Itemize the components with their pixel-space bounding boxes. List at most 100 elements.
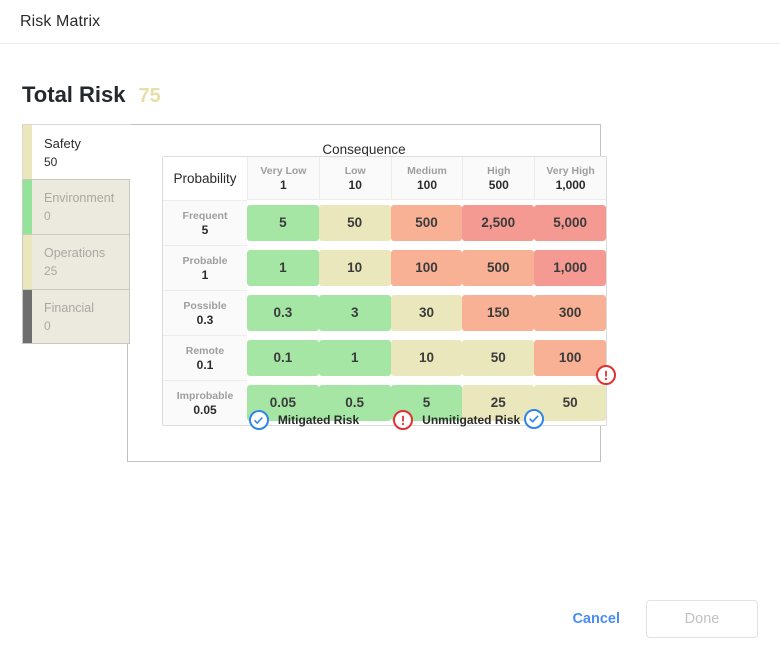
legend-item: Unmitigated Risk — [393, 410, 520, 430]
consequence-axis-label: Consequence — [322, 142, 406, 157]
matrix-cell[interactable]: 0.3 — [247, 290, 319, 335]
matrix-cell[interactable]: 10 — [318, 245, 391, 290]
matrix-cell[interactable]: 5 — [247, 200, 319, 245]
matrix-cell[interactable]: 1 — [247, 245, 319, 290]
probability-name: Probable — [182, 254, 228, 267]
category-name: Safety — [44, 135, 81, 151]
matrix-cell[interactable]: 1 — [318, 335, 391, 380]
matrix-cell[interactable]: 100 — [390, 245, 463, 290]
matrix-cell[interactable]: 0.1 — [247, 335, 319, 380]
matrix-cell[interactable]: 50 — [462, 335, 535, 380]
matrix-cell-value: 1 — [279, 260, 287, 275]
probability-value: 5 — [201, 222, 209, 237]
probability-row-header: Remote 0.1 — [163, 335, 247, 380]
category-tab-financial[interactable]: Financial 0 — [22, 289, 130, 344]
matrix-cell-value: 300 — [558, 305, 582, 320]
consequence-value: 1 — [280, 177, 287, 192]
consequence-column-header: Very High 1,000 — [534, 157, 606, 200]
consequence-value: 1,000 — [555, 177, 586, 192]
total-risk-label: Total Risk — [22, 82, 126, 107]
consequence-column-header: Medium 100 — [390, 157, 463, 200]
consequence-column-header: Low 10 — [318, 157, 391, 200]
probability-value: 0.1 — [196, 357, 214, 372]
dialog-footer: Cancel Done — [568, 600, 758, 638]
matrix-cell-value: 0.3 — [273, 305, 293, 320]
matrix-cell-value: 0.05 — [269, 395, 297, 410]
matrix-cell[interactable]: 3 — [318, 290, 391, 335]
matrix-row: Remote 0.1 0.1 1 10 50 100 — [163, 335, 606, 380]
risk-matrix-table: Probability Very Low 1 Low 10 Medium 100 High 5… — [163, 157, 616, 429]
category-value: 0 — [44, 318, 51, 333]
matrix-cell-value: 500 — [487, 260, 510, 275]
matrix-cell-value: 25 — [490, 395, 506, 410]
probability-row-header: Probable 1 — [163, 245, 247, 290]
probability-name: Frequent — [182, 209, 228, 222]
matrix-cell[interactable]: 2,500 — [462, 200, 535, 245]
matrix-cell-value: 30 — [418, 305, 434, 320]
category-tabs: Safety 50 Environment 0 Operations 25 Financia… — [22, 124, 130, 344]
matrix-cell-value: 150 — [487, 305, 510, 320]
matrix-cell-value: 0.5 — [345, 395, 365, 410]
matrix-cell-value: 50 — [347, 215, 363, 230]
mitigated-risk-marker-icon[interactable] — [524, 408, 545, 429]
category-color-bar — [23, 180, 32, 234]
category-name: Environment — [44, 191, 115, 205]
consequence-name: Medium — [407, 164, 447, 177]
category-tab-safety[interactable]: Safety 50 — [22, 124, 130, 179]
matrix-cell-value: 2,500 — [481, 215, 516, 230]
matrix-cell-value: 5 — [279, 215, 287, 230]
consequence-name: High — [487, 164, 511, 177]
matrix-cell[interactable]: 300 — [534, 290, 606, 335]
category-value: 25 — [44, 264, 58, 278]
risk-matrix-grid: Probability Very Low 1 Low 10 Medium 100 High 5… — [162, 156, 616, 429]
category-color-bar — [23, 125, 32, 179]
risk-matrix-area: Safety 50 Environment 0 Operations 25 Financia… — [22, 124, 616, 464]
dialog-title: Risk Matrix — [20, 12, 101, 30]
matrix-header-row: Probability Very Low 1 Low 10 Medium 100 High 5… — [163, 157, 606, 200]
matrix-cell[interactable]: 1,000 — [534, 245, 606, 290]
category-value: 50 — [44, 154, 58, 169]
matrix-cell-value: 100 — [415, 260, 438, 275]
done-button[interactable]: Done — [646, 600, 758, 638]
probability-axis-label: Probability — [163, 157, 247, 200]
unmitigated-risk-marker-icon[interactable] — [596, 364, 616, 385]
matrix-row: Frequent 5 5 50 500 2,500 5,000 — [163, 200, 606, 245]
matrix-cell-value: 10 — [418, 350, 434, 365]
dialog-titlebar: Risk Matrix — [0, 0, 780, 44]
matrix-cell-value: 3 — [350, 305, 359, 320]
matrix-cell[interactable]: 30 — [390, 290, 463, 335]
matrix-row: Probable 1 1 10 100 500 1,000 — [163, 245, 606, 290]
total-risk-summary: Total Risk 75 — [22, 82, 161, 108]
probability-row-header: Frequent 5 — [163, 200, 247, 245]
probability-value: 1 — [201, 267, 209, 282]
matrix-cell[interactable]: 500 — [390, 200, 463, 245]
legend-label: Mitigated Risk — [277, 413, 360, 427]
matrix-cell[interactable]: 150 — [462, 290, 535, 335]
category-name: Financial — [44, 300, 95, 315]
check-circle-icon — [248, 410, 269, 430]
cancel-button[interactable]: Cancel — [568, 605, 624, 633]
category-value: 0 — [44, 209, 51, 223]
legend-item: Mitigated Risk — [248, 410, 360, 430]
legend-label: Unmitigated Risk — [422, 413, 521, 427]
category-color-bar — [23, 235, 32, 289]
category-tab-environment[interactable]: Environment 0 — [22, 179, 130, 234]
matrix-cell[interactable]: 50 — [318, 200, 391, 245]
probability-name: Possible — [183, 299, 227, 312]
consequence-value: 500 — [488, 177, 509, 192]
consequence-column-header: High 500 — [462, 157, 535, 200]
matrix-cell-value: 5 — [422, 395, 431, 410]
category-tab-operations[interactable]: Operations 25 — [22, 234, 130, 289]
category-name: Operations — [44, 246, 106, 260]
probability-name: Remote — [185, 344, 225, 357]
matrix-row: Possible 0.3 0.3 3 30 150 300 — [163, 290, 606, 335]
matrix-cell-value: 10 — [347, 260, 363, 275]
probability-row-header: Possible 0.3 — [163, 290, 247, 335]
matrix-cell[interactable]: 5,000 — [534, 200, 606, 245]
matrix-cell[interactable]: 500 — [462, 245, 535, 290]
total-risk-value: 75 — [138, 85, 161, 107]
matrix-cell-value: 1,000 — [553, 260, 587, 275]
matrix-cell-value: 100 — [558, 350, 582, 365]
consequence-name: Low — [344, 164, 366, 177]
matrix-cell[interactable]: 10 — [390, 335, 463, 380]
